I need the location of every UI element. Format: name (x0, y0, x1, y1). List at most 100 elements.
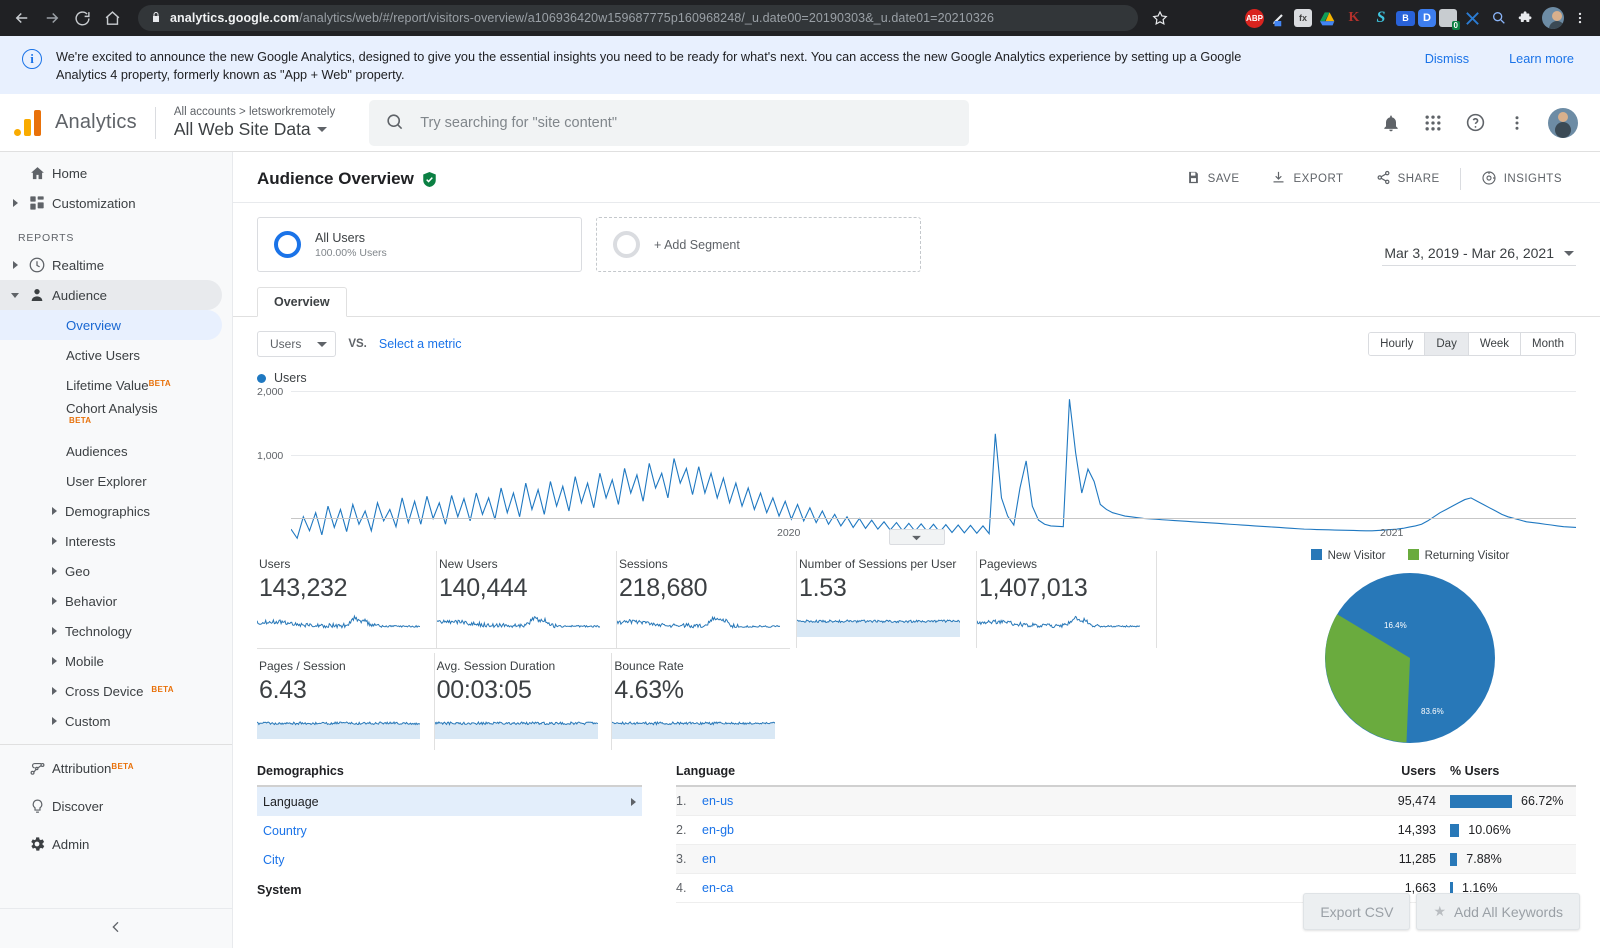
tools-icon[interactable] (1460, 6, 1484, 30)
metric-selector[interactable]: Users (257, 331, 337, 357)
row-language[interactable]: en-us (702, 794, 1358, 808)
magnifier-icon[interactable] (1487, 6, 1511, 30)
sidebar-collapse-button[interactable] (0, 908, 232, 948)
sidebar-item-custom[interactable]: Custom (0, 706, 232, 736)
url-text: analytics.google.com/analytics/web/#/rep… (170, 11, 994, 25)
adblock-icon[interactable]: ABP (1245, 8, 1264, 28)
date-range-picker[interactable]: Mar 3, 2019 - Mar 26, 2021 (1382, 245, 1576, 266)
sidebar-item-cohort-analysis[interactable]: Cohort Analysis BETA (0, 400, 232, 436)
table-row[interactable]: 2. en-gb 14,393 10.06% (676, 816, 1576, 845)
row-language[interactable]: en-ca (702, 881, 1358, 895)
sidebar-subitem-label: Overview (66, 317, 121, 333)
row-pct-value: 7.88% (1466, 852, 1502, 866)
granularity-hourly[interactable]: Hourly (1369, 333, 1426, 355)
insights-button[interactable]: INSIGHTS (1465, 170, 1578, 189)
granularity-month[interactable]: Month (1521, 333, 1575, 355)
sidebar-item-lifetime-value[interactable]: Lifetime Value BETA (0, 370, 232, 400)
reload-icon[interactable] (68, 4, 96, 32)
metric-label: Avg. Session Duration (436, 659, 556, 673)
chevron-right-icon (52, 567, 57, 575)
sidebar-item-admin[interactable]: Admin (0, 825, 232, 863)
metric-label: Bounce Rate (614, 659, 684, 673)
sidebar-item-technology[interactable]: Technology (0, 616, 232, 646)
export-button[interactable]: EXPORT (1255, 170, 1359, 188)
granularity-day[interactable]: Day (1425, 333, 1469, 355)
sidebar-item-attribution[interactable]: Attribution BETA (0, 749, 232, 787)
puzzle-icon[interactable] (1514, 6, 1538, 30)
customization-icon (22, 195, 52, 211)
sidebar-item-realtime[interactable]: Realtime (0, 250, 232, 280)
sidebar-item-home[interactable]: Home (0, 158, 232, 188)
vs-label: VS. (348, 338, 367, 350)
help-icon[interactable] (1465, 112, 1486, 133)
granularity-week[interactable]: Week (1468, 333, 1522, 355)
search-input[interactable] (420, 114, 954, 131)
home-icon[interactable] (98, 4, 126, 32)
row-language[interactable]: en-gb (702, 823, 1358, 837)
chevron-down-icon (316, 126, 327, 132)
drive-icon[interactable] (1315, 6, 1339, 30)
sidebar-item-demographics[interactable]: Demographics (0, 496, 232, 526)
forward-arrow-icon[interactable] (38, 4, 66, 32)
tab-overview[interactable]: Overview (257, 287, 347, 317)
select-metric-link[interactable]: Select a metric (379, 337, 462, 351)
account-selector[interactable]: All accounts > letsworkremotely All Web … (174, 106, 335, 139)
sidebar-item-overview[interactable]: Overview (0, 310, 222, 340)
add-segment-button[interactable]: + Add Segment (596, 217, 921, 272)
sidebar-item-discover[interactable]: Discover (0, 787, 232, 825)
search-box[interactable] (369, 99, 970, 146)
avatar[interactable] (1548, 107, 1578, 138)
back-arrow-icon[interactable] (8, 4, 36, 32)
sidebar-item-behavior[interactable]: Behavior (0, 586, 232, 616)
bell-icon[interactable] (1381, 113, 1401, 133)
sidebar-subitem-label: Cohort Analysis (66, 401, 158, 416)
banner-message: We're excited to announce the new Google… (56, 50, 1242, 83)
highlighter-icon[interactable] (1267, 6, 1291, 30)
metric-value: 143,232 (259, 574, 348, 602)
address-bar[interactable]: analytics.google.com/analytics/web/#/rep… (138, 5, 1138, 31)
sidebar-item-customization[interactable]: Customization (0, 188, 232, 218)
metric-card-sessions: Sessions 218,680 (617, 551, 797, 648)
sidebar-item-cross-device[interactable]: Cross Device BETA (0, 676, 232, 706)
sidebar-item-interests[interactable]: Interests (0, 526, 232, 556)
sidebar-item-audience[interactable]: Audience (0, 280, 222, 310)
chevron-left-icon (108, 919, 124, 938)
table-row[interactable]: 3. en 11,285 7.88% (676, 845, 1576, 874)
fx-icon[interactable]: fx (1294, 9, 1312, 27)
d-extension-icon[interactable]: D (1418, 9, 1436, 27)
sidebar-section-reports: REPORTS (18, 232, 75, 244)
chevron-down-icon (8, 292, 22, 298)
demographics-item-country[interactable]: Country (257, 816, 642, 845)
sidebar-item-mobile[interactable]: Mobile (0, 646, 232, 676)
star-icon[interactable] (1146, 4, 1174, 32)
bitly-icon[interactable]: B (1396, 10, 1415, 26)
sidebar-item-audiences[interactable]: Audiences (0, 436, 232, 466)
save-button[interactable]: SAVE (1170, 170, 1256, 188)
add-all-keywords-button[interactable]: ★ Add All Keywords (1416, 893, 1580, 930)
analytics-logo-block[interactable]: Analytics (14, 109, 137, 136)
learn-more-link[interactable]: Learn more (1509, 50, 1574, 68)
table-row[interactable]: 1. en-us 95,474 66.72% (676, 787, 1576, 816)
users-timeseries-chart[interactable]: 2,000 1,000 2020 2021 (257, 386, 1576, 545)
s-extension-icon[interactable]: S (1369, 6, 1393, 30)
sidebar-item-user-explorer[interactable]: User Explorer (0, 466, 232, 496)
sidebar-item-active-users[interactable]: Active Users (0, 340, 232, 370)
export-csv-button[interactable]: Export CSV (1303, 893, 1411, 930)
k-extension-icon[interactable]: K (1342, 6, 1366, 30)
segment-all-users[interactable]: All Users 100.00% Users (257, 217, 582, 272)
pie-chart-svg[interactable]: 16.4% 83.6% (1324, 572, 1496, 744)
row-language[interactable]: en (702, 852, 1358, 866)
share-button[interactable]: SHARE (1360, 170, 1456, 188)
profile-avatar-icon[interactable] (1541, 6, 1565, 30)
segment-ring-icon (613, 231, 640, 258)
kebab-menu-icon[interactable] (1508, 114, 1526, 132)
badge-extension-icon[interactable]: 0 (1439, 9, 1460, 30)
apps-grid-icon[interactable] (1423, 113, 1443, 133)
property-selector[interactable]: All Web Site Data (174, 119, 335, 139)
sidebar-item-geo[interactable]: Geo (0, 556, 232, 586)
demographics-item-language[interactable]: Language (257, 787, 642, 816)
demographics-item-city[interactable]: City (257, 845, 642, 874)
kebab-menu-icon[interactable] (1568, 6, 1592, 30)
dismiss-button[interactable]: Dismiss (1425, 50, 1469, 68)
date-range-label: Mar 3, 2019 - Mar 26, 2021 (1384, 245, 1554, 261)
